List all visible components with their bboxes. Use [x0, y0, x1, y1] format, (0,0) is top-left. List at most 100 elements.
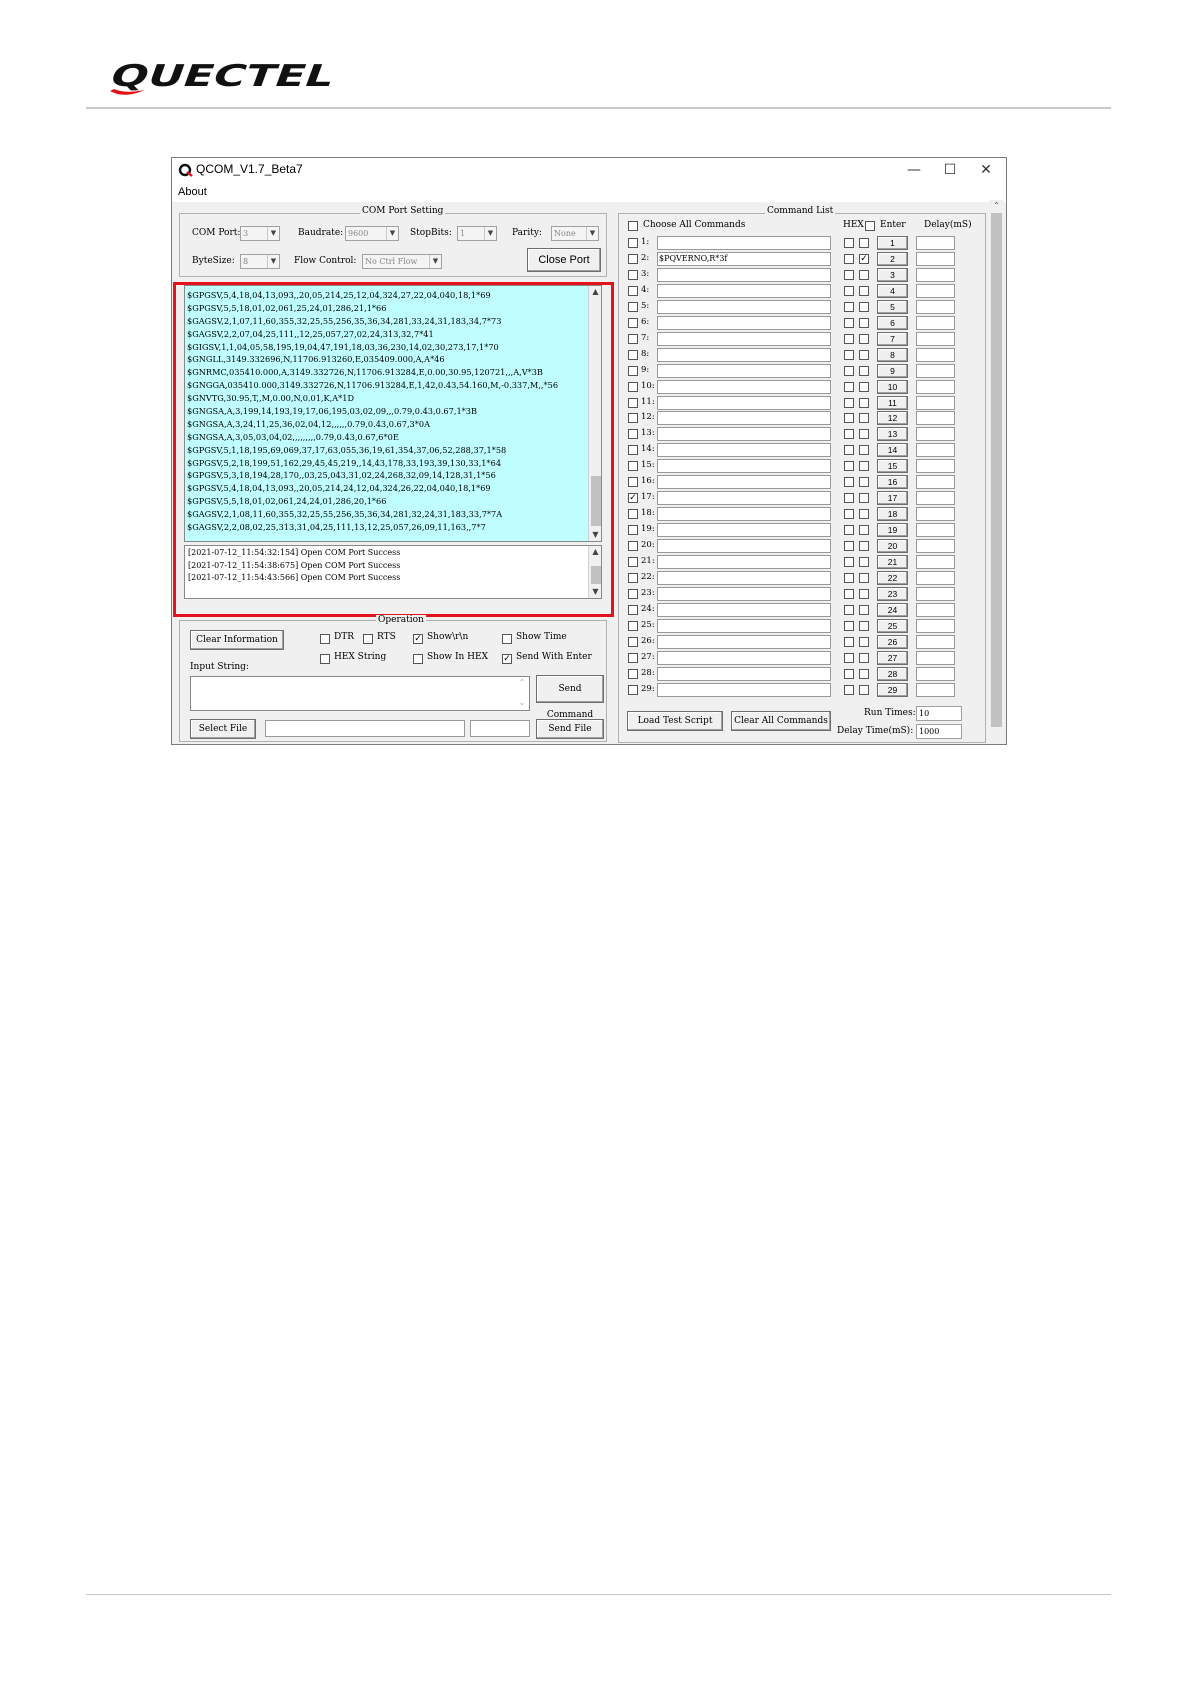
command-delay-input[interactable] [916, 491, 955, 506]
command-select-checkbox[interactable] [628, 604, 638, 615]
command-hex-checkbox[interactable] [844, 397, 854, 408]
command-hex-checkbox[interactable] [844, 509, 854, 520]
command-select-checkbox[interactable] [628, 445, 638, 456]
maximize-icon[interactable]: ☐ [932, 158, 968, 184]
command-delay-input[interactable] [916, 299, 955, 314]
command-send-button[interactable]: 20 [877, 539, 908, 554]
command-input[interactable]: $PQVERNO,R*3f [657, 251, 831, 266]
command-delay-input[interactable] [916, 666, 955, 681]
command-select-checkbox[interactable] [628, 588, 638, 599]
command-hex-checkbox[interactable] [844, 253, 854, 264]
command-enter-checkbox[interactable] [859, 317, 869, 328]
command-enter-checkbox[interactable] [859, 509, 869, 520]
command-hex-checkbox[interactable] [844, 413, 854, 424]
command-hex-checkbox[interactable] [844, 269, 854, 280]
command-send-button[interactable]: 25 [877, 618, 908, 633]
command-input[interactable] [657, 411, 831, 426]
command-enter-checkbox[interactable] [859, 572, 869, 583]
command-select-checkbox[interactable] [628, 269, 638, 280]
menu-about[interactable]: About [178, 186, 207, 198]
command-select-checkbox[interactable] [628, 525, 638, 536]
command-select-checkbox[interactable] [628, 253, 638, 264]
command-input[interactable] [657, 586, 831, 601]
command-enter-checkbox[interactable] [859, 445, 869, 456]
stopbits-select[interactable]: 1 ▼ [457, 226, 497, 241]
file-path-field[interactable] [265, 720, 465, 737]
command-hex-checkbox[interactable] [844, 572, 854, 583]
close-port-button[interactable]: Close Port [527, 248, 601, 272]
command-hex-checkbox[interactable] [844, 684, 854, 695]
command-select-checkbox[interactable] [628, 413, 638, 424]
command-delay-input[interactable] [916, 347, 955, 362]
command-send-button[interactable]: 15 [877, 459, 908, 474]
command-enter-checkbox[interactable] [859, 461, 869, 472]
dtr-checkbox[interactable] [320, 634, 330, 644]
command-select-checkbox[interactable]: ✓ [628, 493, 638, 504]
command-delay-input[interactable] [916, 443, 955, 458]
clear-information-button[interactable]: Clear Information [190, 630, 284, 650]
command-hex-checkbox[interactable] [844, 285, 854, 296]
scroll-thumb[interactable] [991, 213, 1002, 727]
command-send-button[interactable]: 18 [877, 507, 908, 522]
command-input[interactable] [657, 283, 831, 298]
command-input[interactable] [657, 682, 831, 697]
command-send-button[interactable]: 8 [877, 347, 908, 362]
show-in-hex-checkbox[interactable] [413, 654, 423, 664]
command-select-checkbox[interactable] [628, 381, 638, 392]
command-hex-checkbox[interactable] [844, 652, 854, 663]
hex-string-checkbox[interactable] [320, 654, 330, 664]
command-enter-checkbox[interactable] [859, 333, 869, 344]
command-delay-input[interactable] [916, 602, 955, 617]
command-delay-input[interactable] [916, 283, 955, 298]
command-send-button[interactable]: 5 [877, 299, 908, 314]
command-delay-input[interactable] [916, 236, 955, 250]
command-input[interactable] [657, 395, 831, 410]
command-hex-checkbox[interactable] [844, 349, 854, 360]
command-hex-checkbox[interactable] [844, 381, 854, 392]
rts-checkbox[interactable] [363, 634, 373, 644]
command-enter-checkbox[interactable] [859, 381, 869, 392]
select-file-button[interactable]: Select File [190, 719, 256, 739]
command-select-checkbox[interactable] [628, 333, 638, 344]
command-select-checkbox[interactable] [628, 349, 638, 360]
command-input[interactable] [657, 363, 831, 378]
command-input[interactable] [657, 602, 831, 617]
command-input[interactable] [657, 666, 831, 681]
command-input[interactable] [657, 650, 831, 665]
command-hex-checkbox[interactable] [844, 317, 854, 328]
command-delay-input[interactable] [916, 267, 955, 282]
command-input[interactable] [657, 475, 831, 490]
command-input[interactable] [657, 331, 831, 346]
command-enter-checkbox[interactable] [859, 636, 869, 647]
enter-all-checkbox[interactable] [865, 221, 875, 231]
parity-select[interactable]: None ▼ [551, 226, 599, 241]
command-select-checkbox[interactable] [628, 509, 638, 520]
command-send-button[interactable]: 12 [877, 411, 908, 426]
command-send-button[interactable]: 17 [877, 491, 908, 506]
command-input[interactable] [657, 459, 831, 474]
command-enter-checkbox[interactable] [859, 588, 869, 599]
command-enter-checkbox[interactable] [859, 620, 869, 631]
command-delay-input[interactable] [916, 650, 955, 665]
command-send-button[interactable]: 28 [877, 666, 908, 681]
command-send-button[interactable]: 21 [877, 555, 908, 569]
command-delay-input[interactable] [916, 539, 955, 554]
command-enter-checkbox[interactable]: ✓ [859, 253, 869, 264]
command-delay-input[interactable] [916, 459, 955, 474]
command-select-checkbox[interactable] [628, 301, 638, 312]
window-scrollbar[interactable]: ⌃ [989, 200, 1004, 743]
command-send-button[interactable]: 27 [877, 650, 908, 665]
command-input[interactable] [657, 539, 831, 554]
command-select-checkbox[interactable] [628, 636, 638, 647]
command-input[interactable] [657, 347, 831, 362]
command-send-button[interactable]: 16 [877, 475, 908, 490]
command-enter-checkbox[interactable] [859, 493, 869, 504]
command-input[interactable] [657, 634, 831, 649]
command-delay-input[interactable] [916, 411, 955, 426]
scroll-up-icon[interactable]: ⌃ [989, 200, 1004, 212]
command-hex-checkbox[interactable] [844, 620, 854, 631]
command-delay-input[interactable] [916, 507, 955, 522]
command-delay-input[interactable] [916, 475, 955, 490]
command-send-button[interactable]: 7 [877, 331, 908, 346]
command-hex-checkbox[interactable] [844, 461, 854, 472]
